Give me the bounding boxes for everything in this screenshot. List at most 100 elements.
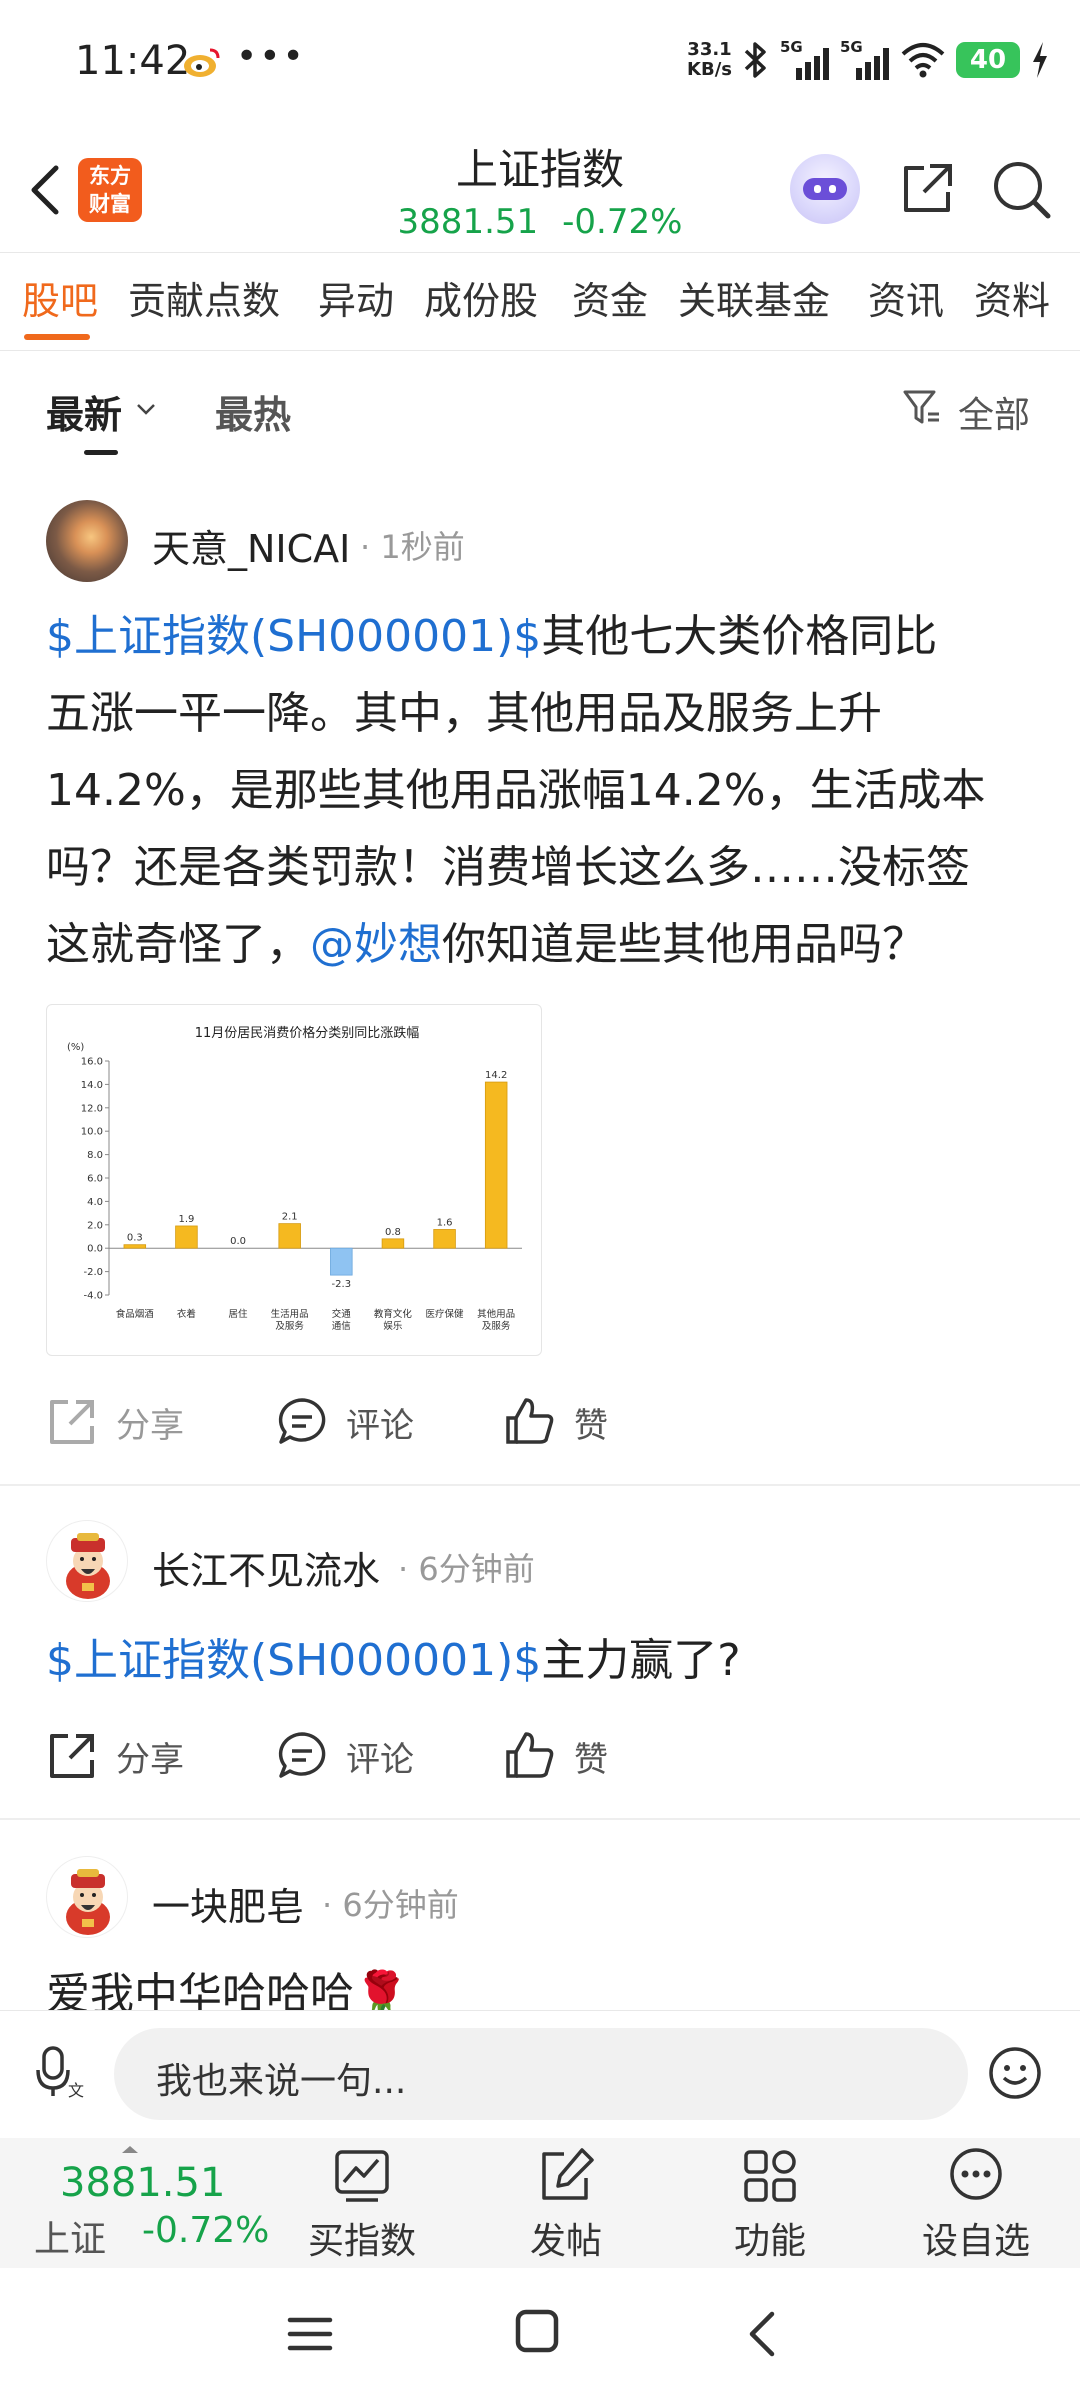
comment-input-placeholder: 我也来说一句... xyxy=(156,2061,407,2102)
bluetooth-icon xyxy=(744,42,766,78)
avatar[interactable] xyxy=(46,1520,128,1602)
god-of-wealth-avatar-icon xyxy=(66,1533,110,1599)
share-icon xyxy=(50,1734,94,1778)
chart-bar xyxy=(433,1229,456,1249)
chart-bar xyxy=(175,1225,198,1249)
status-time: 11:42 xyxy=(75,38,191,84)
tab-movement[interactable]: 异动 xyxy=(318,270,394,325)
tab-guba[interactable]: 股吧 xyxy=(22,270,98,325)
chart-category-label: 及服务 xyxy=(275,1320,304,1332)
caret-up-icon xyxy=(122,2146,138,2153)
tab-news[interactable]: 资讯 xyxy=(868,270,944,325)
bottom-index-name[interactable]: 上证 xyxy=(34,2210,106,2262)
thumbs-up-icon xyxy=(506,1398,554,1444)
comment-icon xyxy=(278,1732,326,1778)
post-username[interactable]: 一块肥皂 xyxy=(152,1876,304,1931)
filter-icon[interactable] xyxy=(902,388,942,428)
signal-5g-icon-2: 5G xyxy=(840,38,889,80)
header-change: -0.72% xyxy=(562,202,683,242)
more-circle-icon xyxy=(950,2148,1002,2200)
add-watchlist-button[interactable]: 设自选 xyxy=(906,2146,1046,2264)
wifi-icon xyxy=(901,43,945,78)
chart-category-label: 食品烟酒 xyxy=(116,1308,155,1320)
emoji-icon[interactable] xyxy=(988,2046,1042,2100)
post-time: · 6分钟前 xyxy=(398,1550,535,1588)
svg-text:5G: 5G xyxy=(840,38,863,56)
share-button[interactable]: 分享 xyxy=(46,1726,184,1786)
sort-hot[interactable]: 最热 xyxy=(215,384,291,439)
stock-link[interactable]: $上证指数(SH000001)$ xyxy=(46,1635,541,1686)
chart-category-label: 及服务 xyxy=(482,1320,511,1332)
chart-data-label: 0.3 xyxy=(127,1233,143,1244)
chart-y-tick-label: 16.0 xyxy=(81,1057,103,1068)
chart-y-tick-label: 0.0 xyxy=(87,1244,103,1255)
avatar[interactable] xyxy=(46,500,128,582)
buy-index-button[interactable]: 买指数 xyxy=(292,2146,432,2264)
ai-assistant-icon[interactable] xyxy=(790,154,860,224)
tab-related-funds[interactable]: 关联基金 xyxy=(678,270,830,325)
chart-bar xyxy=(123,1244,147,1249)
tab-contribution-points[interactable]: 贡献点数 xyxy=(128,270,280,325)
chart-bar xyxy=(278,1223,301,1249)
chart-data-label: -2.3 xyxy=(332,1279,352,1290)
svg-text:5G: 5G xyxy=(780,38,803,56)
voice-input-icon[interactable]: 文 xyxy=(36,2044,88,2100)
chart-title: 11月份居民消费价格分类别同比涨跌幅 xyxy=(195,1025,420,1041)
post-content[interactable]: $上证指数(SH000001)$其他七大类价格同比 五涨一平一降。其中，其他用品… xyxy=(46,598,1046,983)
chart-bar xyxy=(381,1238,405,1249)
trend-chart-icon xyxy=(335,2150,389,2202)
home-icon[interactable] xyxy=(514,2308,560,2354)
share-button[interactable]: 分享 xyxy=(46,1392,184,1452)
chart-data-label: 1.6 xyxy=(437,1217,453,1228)
sort-latest[interactable]: 最新 xyxy=(46,384,122,439)
bottom-index-change[interactable]: -0.72% xyxy=(142,2210,269,2251)
chevron-down-icon[interactable] xyxy=(136,402,156,416)
share-icon xyxy=(50,1400,94,1444)
post-image-chart[interactable]: 11月份居民消费价格分类别同比涨跌幅 (%) 16.0 14.0 12.0 10.0 8… xyxy=(46,1004,542,1356)
bottom-index-price[interactable]: 3881.51 xyxy=(60,2160,225,2206)
post-content[interactable]: $上证指数(SH000001)$主力赢了? xyxy=(46,1622,1046,1699)
recent-apps-icon[interactable] xyxy=(286,2312,334,2356)
chart-category-label: 居住 xyxy=(229,1308,249,1320)
post-divider xyxy=(0,1484,1080,1486)
chart-category-label: 交通 xyxy=(332,1308,352,1320)
chart-bar xyxy=(330,1247,353,1276)
post-button[interactable]: 发帖 xyxy=(496,2146,636,2264)
chart-y-tick-label: 2.0 xyxy=(87,1220,103,1231)
user-mention[interactable]: @妙想 xyxy=(310,919,442,970)
like-button[interactable]: 赞 xyxy=(504,1392,608,1452)
chart-data-label: 0.0 xyxy=(230,1236,246,1247)
chart-y-tick-label: 14.0 xyxy=(81,1080,103,1091)
functions-button[interactable]: 功能 xyxy=(700,2146,840,2264)
search-icon[interactable] xyxy=(990,158,1052,220)
post-time: · 1秒前 xyxy=(360,528,465,566)
header-divider xyxy=(0,252,1080,253)
chart-y-tick-label: -4.0 xyxy=(83,1291,103,1302)
thumbs-up-icon xyxy=(506,1732,554,1778)
avatar[interactable] xyxy=(46,1856,128,1938)
tab-constituents[interactable]: 成份股 xyxy=(424,270,538,325)
chart-category-label: 娱乐 xyxy=(383,1320,403,1332)
chart-y-tick-label: -2.0 xyxy=(83,1267,103,1278)
filter-all[interactable]: 全部 xyxy=(958,386,1030,438)
stock-link[interactable]: $上证指数(SH000001)$ xyxy=(46,611,541,662)
comment-button[interactable]: 评论 xyxy=(276,1726,414,1786)
tabs-divider xyxy=(0,350,1080,351)
tab-profile[interactable]: 资料 xyxy=(974,270,1050,325)
post-divider xyxy=(0,1818,1080,1820)
nav-back-icon[interactable] xyxy=(742,2308,782,2360)
comment-button[interactable]: 评论 xyxy=(276,1392,414,1452)
signal-5g-icon: 5G xyxy=(780,38,829,80)
share-icon[interactable] xyxy=(898,160,956,218)
battery-indicator: 40 xyxy=(956,42,1020,78)
chart-data-label: 0.8 xyxy=(385,1227,401,1238)
more-notifications-icon: ••• xyxy=(236,36,306,77)
chart-data-label: 14.2 xyxy=(485,1070,507,1081)
post-username[interactable]: 长江不见流水 xyxy=(152,1540,380,1595)
weibo-icon xyxy=(184,48,220,77)
like-button[interactable]: 赞 xyxy=(504,1726,608,1786)
post-username[interactable]: 天意_NICAI xyxy=(152,518,350,573)
chart-y-label: (%) xyxy=(67,1042,84,1053)
chart-data-label: 1.9 xyxy=(178,1214,194,1225)
tab-funds-flow[interactable]: 资金 xyxy=(572,270,648,325)
